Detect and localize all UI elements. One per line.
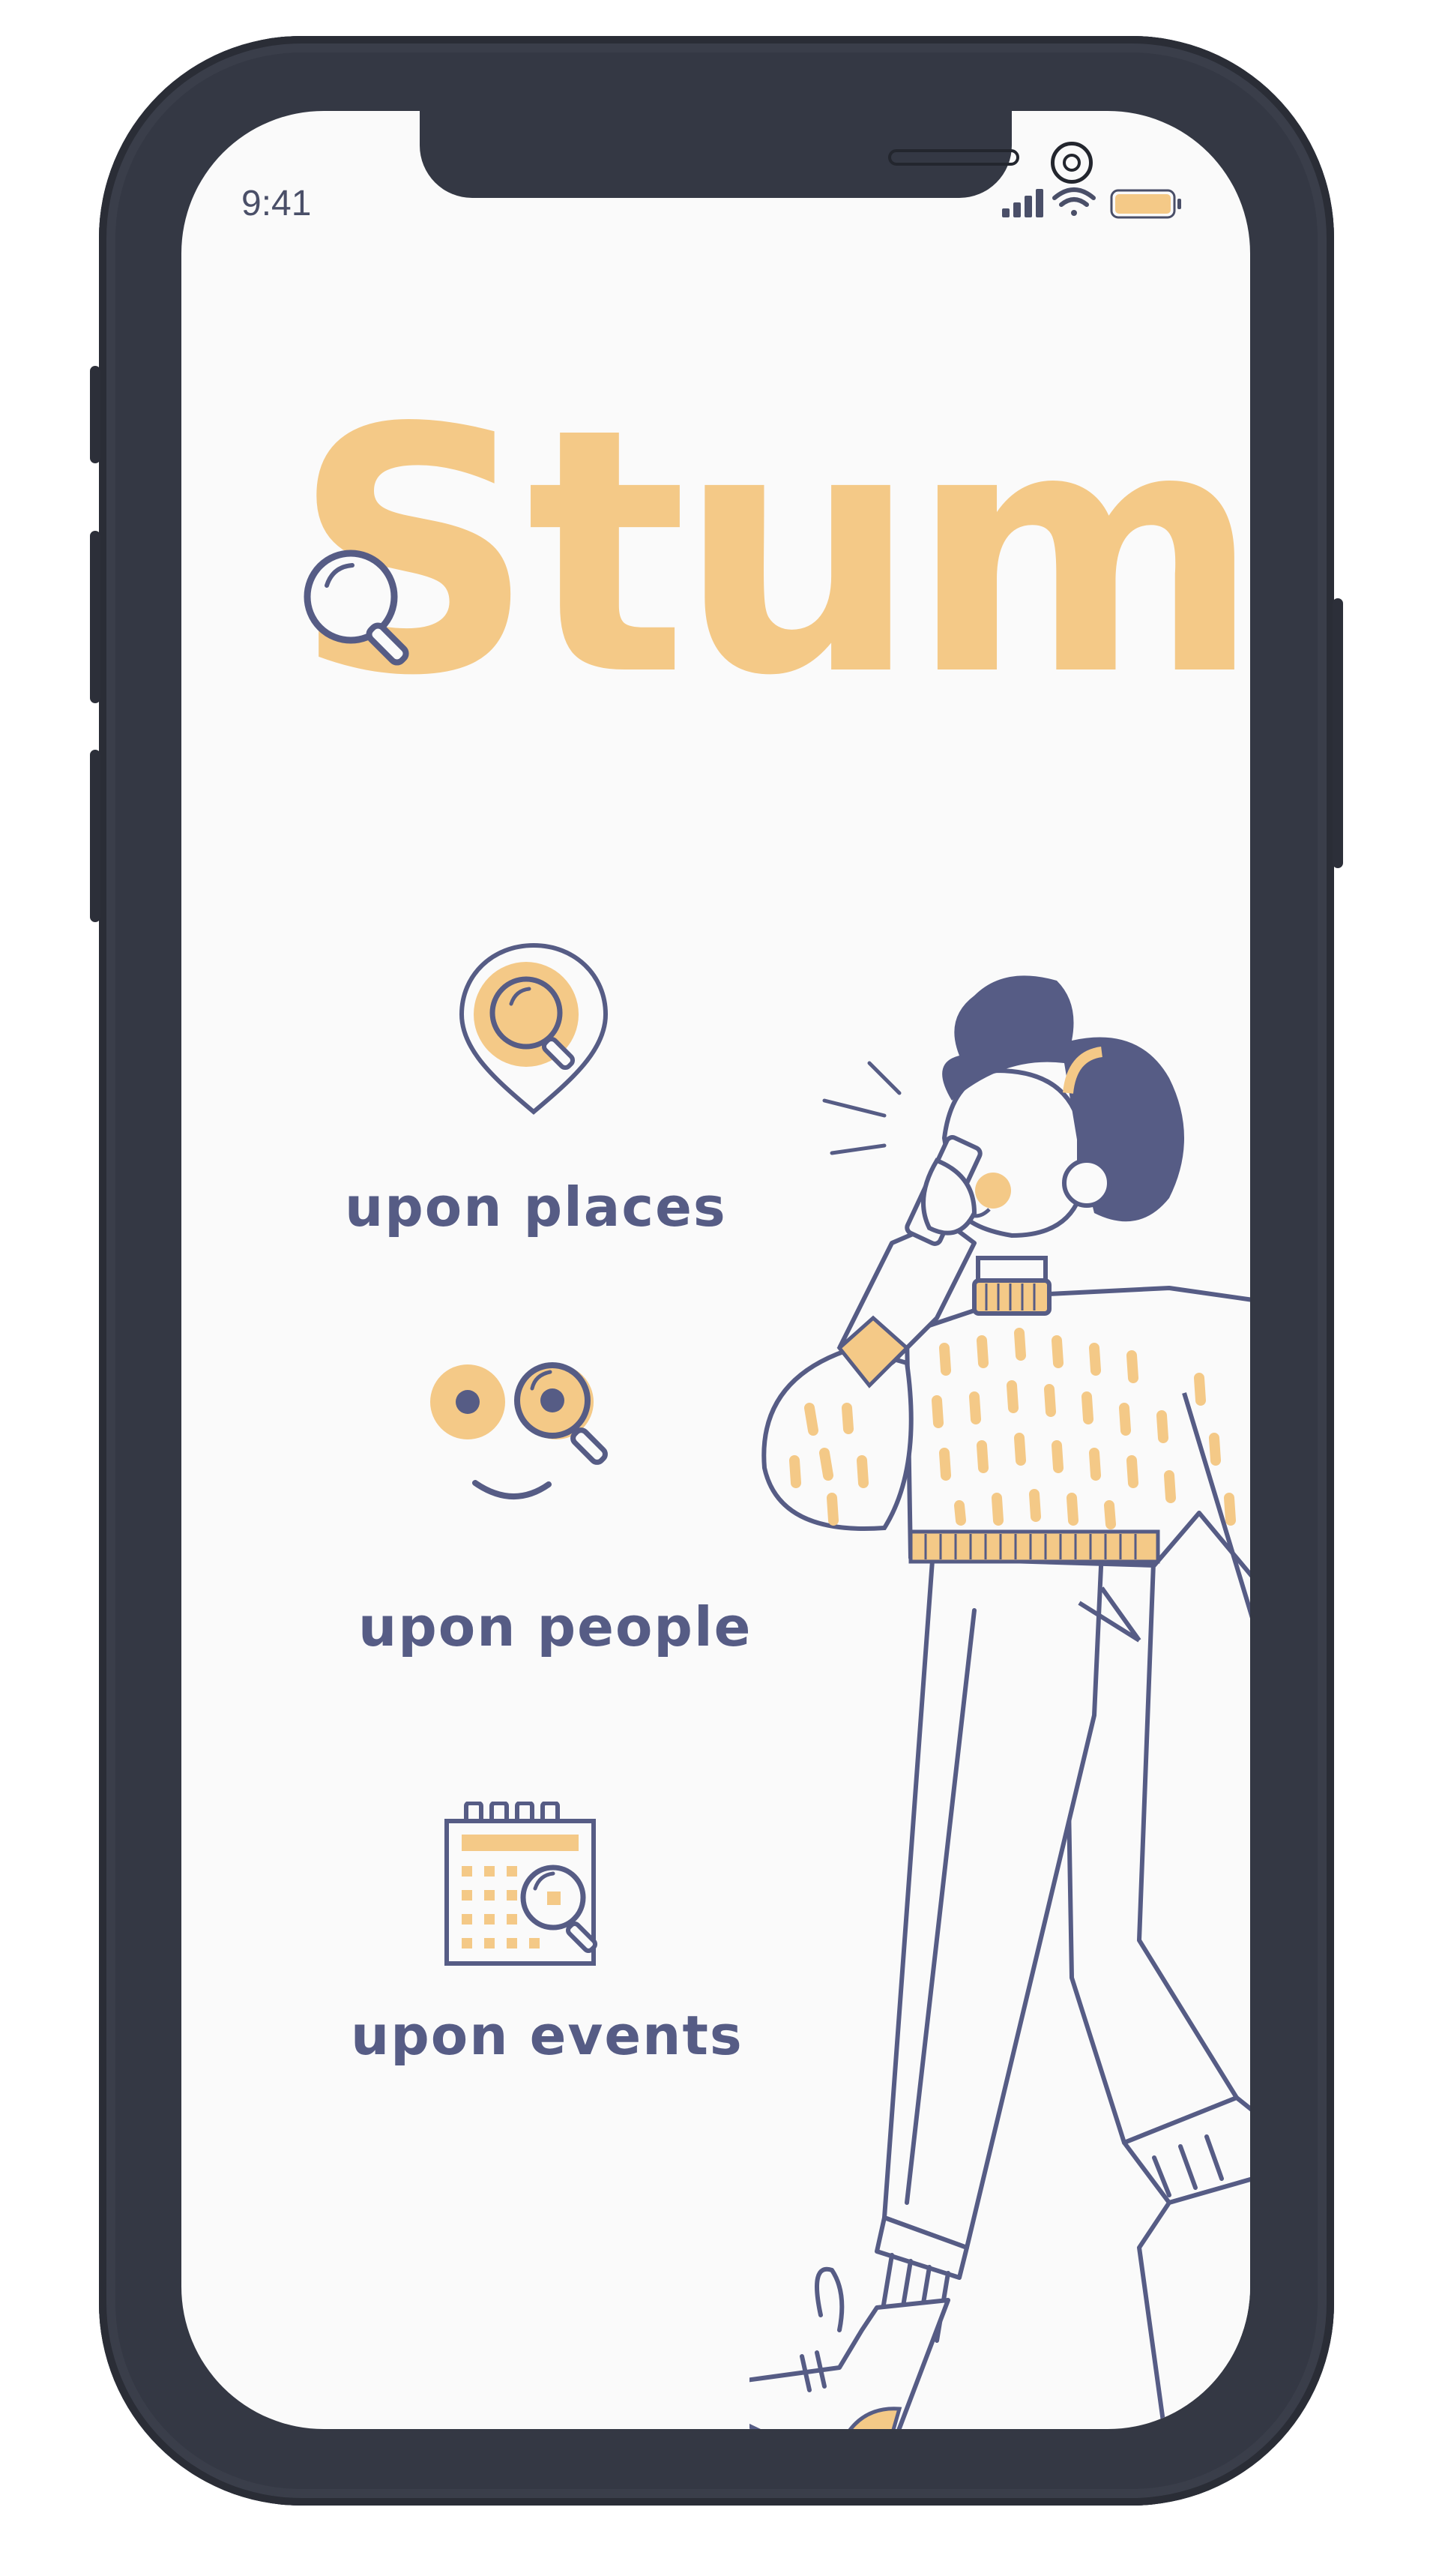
cellular-signal-icon <box>1002 189 1043 217</box>
map-pin-search-icon <box>459 942 609 1115</box>
wifi-icon <box>1052 187 1096 216</box>
power-button <box>1333 598 1343 868</box>
battery-icon <box>1110 189 1181 219</box>
status-indicators <box>1002 187 1181 219</box>
feature-places-label[interactable]: upon places <box>345 1176 727 1239</box>
volume-down-button <box>90 750 100 922</box>
phone-frame: 9:41 Stumbll <box>90 36 1343 2506</box>
calendar-search-icon <box>444 1802 598 1966</box>
app-screen: 9:41 Stumbll <box>181 111 1250 2429</box>
camera-icon <box>1051 142 1093 184</box>
app-logo: Stumbll <box>292 357 1250 750</box>
notch <box>420 111 1093 198</box>
woman-walking-illustration <box>749 975 1250 2429</box>
speaker-grille <box>888 149 1019 166</box>
feature-people-label[interactable]: upon people <box>358 1595 752 1658</box>
volume-up-button <box>90 531 100 703</box>
mute-switch <box>90 366 100 463</box>
status-time: 9:41 <box>241 184 312 223</box>
face-search-icon <box>430 1362 608 1499</box>
logo-search-icon <box>304 550 409 666</box>
feature-events-label[interactable]: upon events <box>351 2004 743 2067</box>
